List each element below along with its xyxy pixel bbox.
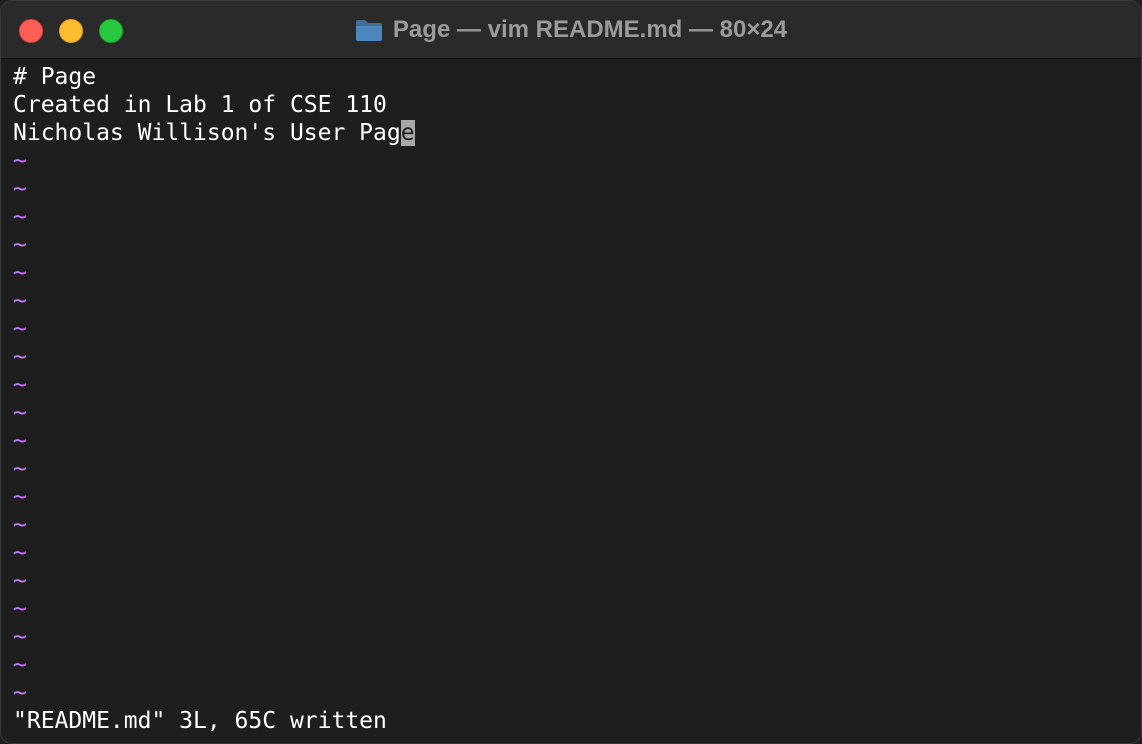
cursor: e — [400, 120, 415, 146]
buffer-line-1: # Page — [13, 64, 97, 90]
window-title: Page — vim README.md — 80×24 — [392, 16, 788, 43]
vim-editor[interactable]: # Page Created in Lab 1 of CSE 110 Nicho… — [1, 59, 1141, 743]
buffer-line-3-text: Nicholas Willison's User Pag — [13, 120, 401, 146]
empty-line-marker: ~ — [13, 596, 27, 622]
empty-line-marker: ~ — [13, 456, 27, 482]
empty-line-marker: ~ — [13, 148, 27, 174]
empty-line-marker: ~ — [13, 680, 27, 706]
empty-line-marker: ~ — [13, 288, 27, 314]
empty-line-marker: ~ — [13, 204, 27, 230]
empty-line-marker: ~ — [13, 540, 27, 566]
folder-icon — [355, 18, 383, 42]
empty-line-marker: ~ — [13, 400, 27, 426]
window-title-area: Page — vim README.md — 80×24 — [1, 1, 1141, 59]
empty-line-marker: ~ — [13, 260, 27, 286]
empty-line-marker: ~ — [13, 624, 27, 650]
empty-line-marker: ~ — [13, 344, 27, 370]
empty-line-marker: ~ — [13, 512, 27, 538]
empty-line-marker: ~ — [13, 428, 27, 454]
title-bar[interactable]: Page — vim README.md — 80×24 — [1, 1, 1141, 59]
empty-line-marker: ~ — [13, 316, 27, 342]
status-message: "README.md" 3L, 65C written — [13, 708, 387, 734]
buffer-line-2: Created in Lab 1 of CSE 110 — [13, 92, 387, 118]
buffer-line-3: Nicholas Willison's User Page — [13, 119, 415, 147]
terminal-window: Page — vim README.md — 80×24 # Page Crea… — [0, 0, 1142, 744]
empty-line-marker: ~ — [13, 232, 27, 258]
empty-line-marker: ~ — [13, 652, 27, 678]
empty-line-marker: ~ — [13, 484, 27, 510]
empty-line-marker: ~ — [13, 176, 27, 202]
empty-line-marker: ~ — [13, 372, 27, 398]
empty-line-marker: ~ — [13, 568, 27, 594]
